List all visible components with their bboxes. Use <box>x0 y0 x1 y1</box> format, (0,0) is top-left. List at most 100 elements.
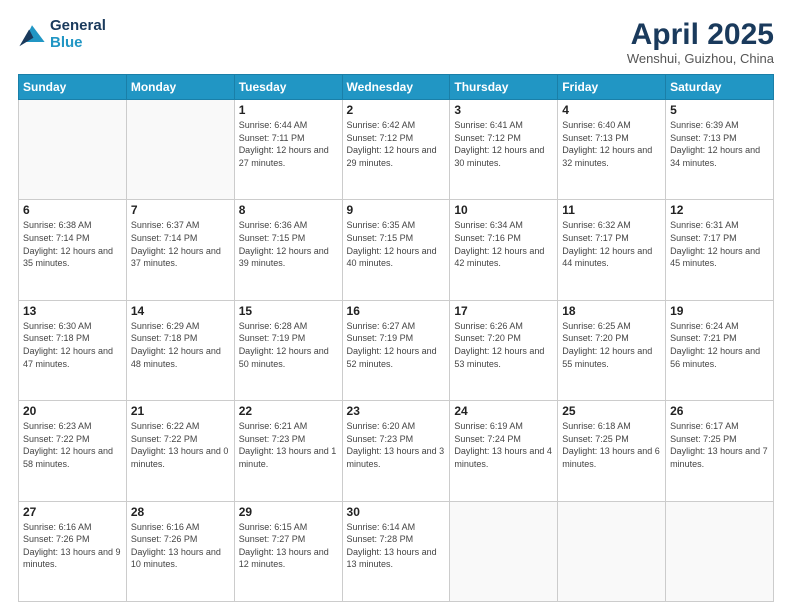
day-number: 28 <box>131 505 230 519</box>
day-info: Sunrise: 6:26 AM Sunset: 7:20 PM Dayligh… <box>454 320 553 370</box>
location: Wenshui, Guizhou, China <box>627 51 774 66</box>
day-info: Sunrise: 6:31 AM Sunset: 7:17 PM Dayligh… <box>670 219 769 269</box>
day-info: Sunrise: 6:16 AM Sunset: 7:26 PM Dayligh… <box>131 521 230 571</box>
calendar-cell: 21Sunrise: 6:22 AM Sunset: 7:22 PM Dayli… <box>126 401 234 501</box>
day-number: 22 <box>239 404 338 418</box>
calendar-cell: 2 Sunrise: 6:42 AM Sunset: 7:12 PM Daylig… <box>342 100 450 200</box>
calendar-cell: 5Sunrise: 6:39 AM Sunset: 7:13 PM Daylig… <box>666 100 774 200</box>
logo-icon <box>18 21 46 49</box>
day-info: Sunrise: 6:19 AM Sunset: 7:24 PM Dayligh… <box>454 420 553 470</box>
calendar-cell <box>450 501 558 601</box>
week-row-4: 20 Sunrise: 6:23 AM Sunset: 7:22 PM Dayli… <box>19 401 774 501</box>
day-info: Sunrise: 6:29 AM Sunset: 7:18 PM Dayligh… <box>131 320 230 370</box>
calendar-body: 1Sunrise: 6:44 AM Sunset: 7:11 PM Daylig… <box>19 100 774 602</box>
day-info: Sunrise: 6:41 AM Sunset: 7:12 PM Dayligh… <box>454 119 553 169</box>
calendar-cell: 8 Sunrise: 6:36 AM Sunset: 7:15 PM Daylig… <box>234 200 342 300</box>
week-row-3: 13Sunrise: 6:30 AM Sunset: 7:18 PM Dayli… <box>19 300 774 400</box>
day-info: Sunrise: 6:18 AM Sunset: 7:25 PM Dayligh… <box>562 420 661 470</box>
calendar-cell: 16Sunrise: 6:27 AM Sunset: 7:19 PM Dayli… <box>342 300 450 400</box>
day-info: Sunrise: 6:27 AM Sunset: 7:19 PM Dayligh… <box>347 320 446 370</box>
day-number: 7 <box>131 203 230 217</box>
day-info: Sunrise: 6:14 AM Sunset: 7:28 PM Dayligh… <box>347 521 446 571</box>
day-number: 2 <box>347 103 446 117</box>
day-number: 27 <box>23 505 122 519</box>
day-number: 5 <box>670 103 769 117</box>
day-info: Sunrise: 6:23 AM Sunset: 7:22 PM Dayligh… <box>23 420 122 470</box>
calendar-cell: 3 Sunrise: 6:41 AM Sunset: 7:12 PM Daylig… <box>450 100 558 200</box>
calendar-cell: 29 Sunrise: 6:15 AM Sunset: 7:27 PM Dayli… <box>234 501 342 601</box>
weekday-header-wednesday: Wednesday <box>342 75 450 100</box>
month-title: April 2025 <box>627 18 774 51</box>
day-number: 24 <box>454 404 553 418</box>
day-number: 20 <box>23 404 122 418</box>
calendar-cell: 15Sunrise: 6:28 AM Sunset: 7:19 PM Dayli… <box>234 300 342 400</box>
day-info: Sunrise: 6:37 AM Sunset: 7:14 PM Dayligh… <box>131 219 230 269</box>
day-number: 26 <box>670 404 769 418</box>
day-number: 25 <box>562 404 661 418</box>
day-number: 6 <box>23 203 122 217</box>
day-info: Sunrise: 6:16 AM Sunset: 7:26 PM Dayligh… <box>23 521 122 571</box>
day-info: Sunrise: 6:38 AM Sunset: 7:14 PM Dayligh… <box>23 219 122 269</box>
calendar-cell: 25 Sunrise: 6:18 AM Sunset: 7:25 PM Dayli… <box>558 401 666 501</box>
calendar-cell: 22 Sunrise: 6:21 AM Sunset: 7:23 PM Dayli… <box>234 401 342 501</box>
day-number: 19 <box>670 304 769 318</box>
calendar-cell: 7 Sunrise: 6:37 AM Sunset: 7:14 PM Daylig… <box>126 200 234 300</box>
calendar-cell: 19 Sunrise: 6:24 AM Sunset: 7:21 PM Dayli… <box>666 300 774 400</box>
day-number: 13 <box>23 304 122 318</box>
calendar-cell <box>19 100 127 200</box>
calendar-cell: 17 Sunrise: 6:26 AM Sunset: 7:20 PM Dayli… <box>450 300 558 400</box>
week-row-5: 27 Sunrise: 6:16 AM Sunset: 7:26 PM Dayli… <box>19 501 774 601</box>
weekday-header-tuesday: Tuesday <box>234 75 342 100</box>
weekday-header-saturday: Saturday <box>666 75 774 100</box>
day-number: 17 <box>454 304 553 318</box>
calendar-cell <box>666 501 774 601</box>
day-number: 14 <box>131 304 230 318</box>
day-info: Sunrise: 6:28 AM Sunset: 7:19 PM Dayligh… <box>239 320 338 370</box>
day-number: 23 <box>347 404 446 418</box>
day-number: 4 <box>562 103 661 117</box>
day-number: 9 <box>347 203 446 217</box>
day-info: Sunrise: 6:42 AM Sunset: 7:12 PM Dayligh… <box>347 119 446 169</box>
day-info: Sunrise: 6:20 AM Sunset: 7:23 PM Dayligh… <box>347 420 446 470</box>
calendar-cell: 23 Sunrise: 6:20 AM Sunset: 7:23 PM Dayli… <box>342 401 450 501</box>
calendar-cell: 1Sunrise: 6:44 AM Sunset: 7:11 PM Daylig… <box>234 100 342 200</box>
day-number: 1 <box>239 103 338 117</box>
weekday-header-friday: Friday <box>558 75 666 100</box>
weekday-header-sunday: Sunday <box>19 75 127 100</box>
day-number: 30 <box>347 505 446 519</box>
calendar-cell <box>558 501 666 601</box>
day-number: 29 <box>239 505 338 519</box>
title-block: April 2025 Wenshui, Guizhou, China <box>627 18 774 66</box>
day-info: Sunrise: 6:24 AM Sunset: 7:21 PM Dayligh… <box>670 320 769 370</box>
day-info: Sunrise: 6:35 AM Sunset: 7:15 PM Dayligh… <box>347 219 446 269</box>
calendar-cell: 9 Sunrise: 6:35 AM Sunset: 7:15 PM Daylig… <box>342 200 450 300</box>
calendar-cell: 26 Sunrise: 6:17 AM Sunset: 7:25 PM Dayli… <box>666 401 774 501</box>
day-number: 12 <box>670 203 769 217</box>
logo: General Blue <box>18 18 106 51</box>
day-info: Sunrise: 6:40 AM Sunset: 7:13 PM Dayligh… <box>562 119 661 169</box>
day-number: 3 <box>454 103 553 117</box>
day-number: 11 <box>562 203 661 217</box>
calendar-cell: 12 Sunrise: 6:31 AM Sunset: 7:17 PM Dayli… <box>666 200 774 300</box>
day-info: Sunrise: 6:17 AM Sunset: 7:25 PM Dayligh… <box>670 420 769 470</box>
day-info: Sunrise: 6:32 AM Sunset: 7:17 PM Dayligh… <box>562 219 661 269</box>
calendar-cell: 28 Sunrise: 6:16 AM Sunset: 7:26 PM Dayli… <box>126 501 234 601</box>
week-row-2: 6 Sunrise: 6:38 AM Sunset: 7:14 PM Daylig… <box>19 200 774 300</box>
day-info: Sunrise: 6:15 AM Sunset: 7:27 PM Dayligh… <box>239 521 338 571</box>
calendar-cell: 30 Sunrise: 6:14 AM Sunset: 7:28 PM Dayli… <box>342 501 450 601</box>
day-info: Sunrise: 6:21 AM Sunset: 7:23 PM Dayligh… <box>239 420 338 470</box>
calendar-cell: 6 Sunrise: 6:38 AM Sunset: 7:14 PM Daylig… <box>19 200 127 300</box>
day-number: 8 <box>239 203 338 217</box>
weekday-header-thursday: Thursday <box>450 75 558 100</box>
day-info: Sunrise: 6:36 AM Sunset: 7:15 PM Dayligh… <box>239 219 338 269</box>
calendar-cell: 24 Sunrise: 6:19 AM Sunset: 7:24 PM Dayli… <box>450 401 558 501</box>
header: General Blue April 2025 Wenshui, Guizhou… <box>18 18 774 66</box>
calendar-cell: 14 Sunrise: 6:29 AM Sunset: 7:18 PM Dayli… <box>126 300 234 400</box>
logo-text: General Blue <box>50 18 106 51</box>
day-number: 10 <box>454 203 553 217</box>
day-info: Sunrise: 6:25 AM Sunset: 7:20 PM Dayligh… <box>562 320 661 370</box>
calendar-cell: 4 Sunrise: 6:40 AM Sunset: 7:13 PM Daylig… <box>558 100 666 200</box>
day-info: Sunrise: 6:22 AM Sunset: 7:22 PM Dayligh… <box>131 420 230 470</box>
calendar-cell: 10Sunrise: 6:34 AM Sunset: 7:16 PM Dayli… <box>450 200 558 300</box>
calendar-cell: 13Sunrise: 6:30 AM Sunset: 7:18 PM Dayli… <box>19 300 127 400</box>
